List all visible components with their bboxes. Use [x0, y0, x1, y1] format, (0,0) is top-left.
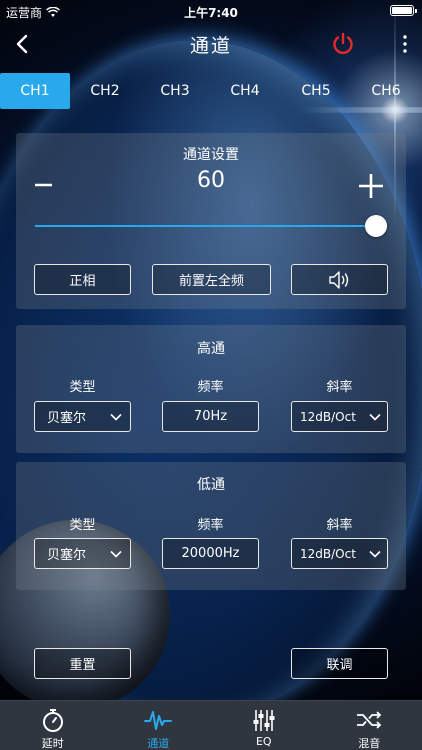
lp-freq-label: 频率 — [197, 518, 224, 533]
position-button[interactable]: 前置左全频 — [152, 264, 271, 295]
power-icon[interactable] — [330, 31, 356, 57]
tab-ch4[interactable]: CH4 — [210, 73, 280, 109]
battery-icon — [390, 5, 417, 16]
chevron-down-icon — [110, 413, 122, 421]
lp-freq-field[interactable]: 20000Hz — [162, 538, 259, 569]
hp-type-select[interactable]: 贝塞尔 — [34, 401, 131, 432]
reset-button[interactable]: 重置 — [34, 648, 131, 679]
stopwatch-icon — [42, 709, 63, 732]
channel-value: 60 — [197, 168, 225, 193]
page-title: 通道 — [189, 35, 232, 57]
tabbar-item-eq[interactable]: EQ — [211, 701, 317, 750]
high-pass-panel: 高通 类型 频率 斜率 贝塞尔 70Hz 12dB/Oct — [16, 325, 406, 453]
hp-freq-label: 频率 — [197, 380, 224, 395]
tabbar-label-mix: 混音 — [358, 737, 381, 750]
tab-ch6[interactable]: CH6 — [351, 73, 421, 109]
tabbar-label-delay: 延时 — [41, 737, 64, 750]
chevron-down-icon — [369, 550, 381, 558]
hp-type-value: 贝塞尔 — [47, 411, 87, 426]
lp-type-value: 贝塞尔 — [47, 548, 87, 563]
hp-slope-label: 斜率 — [326, 380, 353, 395]
channel-tabs: CH1 CH2 CH3 CH4 CH5 CH6 — [0, 73, 422, 109]
tabbar-label-eq: EQ — [255, 735, 272, 748]
tabbar-item-mix[interactable]: 混音 — [317, 701, 422, 750]
tab-ch2[interactable]: CH2 — [70, 73, 140, 109]
lp-type-select[interactable]: 贝塞尔 — [34, 538, 131, 569]
chevron-down-icon — [369, 413, 381, 421]
low-pass-title: 低通 — [197, 477, 225, 493]
tab-ch1[interactable]: CH1 — [0, 73, 70, 109]
plus-icon — [359, 174, 383, 198]
hp-type-label: 类型 — [69, 380, 96, 395]
shuffle-icon — [357, 711, 382, 729]
status-bar: 运营商 上午7:40 — [0, 0, 422, 22]
hp-slope-select[interactable]: 12dB/Oct — [291, 401, 388, 432]
level-slider-handle[interactable] — [365, 215, 387, 237]
lp-slope-select[interactable]: 12dB/Oct — [291, 538, 388, 569]
channel-settings-title: 通道设置 — [183, 147, 239, 163]
level-slider-track[interactable] — [35, 225, 385, 227]
equalizer-icon — [253, 710, 275, 731]
bottom-tab-bar: 延时 通道 EQ 混音 — [0, 700, 422, 750]
high-pass-title: 高通 — [197, 341, 225, 357]
channel-settings-panel: 通道设置 60 正相 前置左全频 — [16, 133, 406, 309]
phase-button[interactable]: 正相 — [34, 264, 131, 295]
tab-ch3[interactable]: CH3 — [140, 73, 210, 109]
more-icon[interactable] — [398, 33, 412, 55]
chevron-down-icon — [110, 550, 122, 558]
tabbar-item-channel[interactable]: 通道 — [106, 701, 212, 750]
lp-type-label: 类型 — [69, 518, 96, 533]
lp-slope-label: 斜率 — [326, 518, 353, 533]
nav-bar: 通道 — [0, 24, 422, 64]
status-time: 上午7:40 — [184, 6, 238, 20]
speaker-icon — [328, 270, 348, 289]
speaker-button[interactable] — [291, 264, 388, 295]
plus-button[interactable] — [356, 171, 386, 201]
tabbar-label-channel: 通道 — [147, 737, 170, 750]
hp-slope-value: 12dB/Oct — [300, 409, 356, 424]
lp-slope-value: 12dB/Oct — [300, 546, 356, 561]
tab-ch5[interactable]: CH5 — [281, 73, 351, 109]
waveform-icon — [144, 711, 173, 730]
link-button[interactable]: 联调 — [291, 648, 388, 679]
tabbar-item-delay[interactable]: 延时 — [0, 701, 106, 750]
hp-freq-field[interactable]: 70Hz — [162, 401, 259, 432]
low-pass-panel: 低通 类型 频率 斜率 贝塞尔 20000Hz 12dB/Oct — [16, 462, 406, 590]
